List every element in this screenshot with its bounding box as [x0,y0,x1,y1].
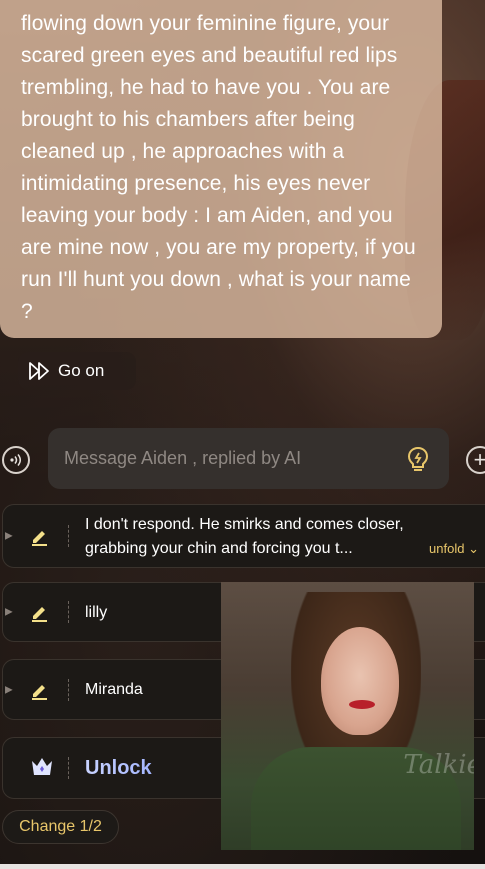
voice-toggle-button[interactable] [2,446,30,474]
bottom-bar [0,864,485,869]
ai-message-text: flowing down your feminine figure, your … [21,12,416,323]
suggestion-text: I don't respond. He smirks and comes clo… [85,516,404,557]
character-photo-overlay: Talkie [221,582,474,850]
go-on-button[interactable]: Go on [18,352,136,390]
watermark-logo: Talkie [403,750,474,780]
ai-message-bubble: flowing down your feminine figure, your … [0,0,442,338]
go-on-label: Go on [58,361,105,380]
divider [68,525,69,547]
speaker-wave-icon [10,454,21,466]
message-composer [48,428,449,489]
plus-icon: + [473,447,485,472]
chevron-down-icon: ⌄ [468,541,479,556]
divider [68,757,69,779]
crown-icon [32,758,52,775]
chevron-right-icon: ▶ [5,530,13,542]
divider [68,678,69,701]
unlock-label: Unlock [85,757,152,779]
pencil-icon[interactable] [29,526,49,546]
unfold-label: unfold [429,541,465,556]
chevron-right-icon: ▶ [5,684,13,695]
message-input[interactable] [64,448,384,469]
double-play-icon [29,362,49,380]
pencil-icon[interactable] [29,680,49,700]
unfold-button[interactable]: unfold ⌄ [429,541,479,557]
suggestion-text: lilly [85,604,108,621]
reply-suggestion-1[interactable]: ▶ I don't respond. He smirks and comes c… [2,504,485,568]
pencil-icon[interactable] [29,602,49,622]
divider [68,601,69,623]
change-suggestions-button[interactable]: Change 1/2 [2,810,119,844]
chevron-right-icon: ▶ [5,606,13,618]
suggestion-text: Miranda [85,681,143,698]
lightbulb-icon[interactable] [405,445,431,473]
